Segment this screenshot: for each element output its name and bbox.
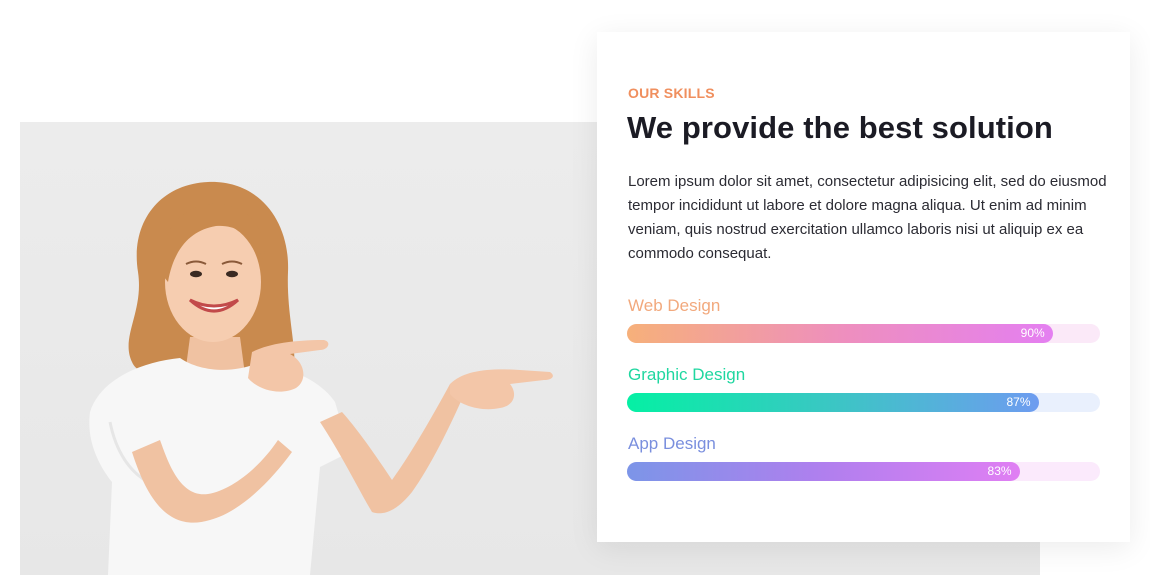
skill-track-app-design: 83% (627, 462, 1100, 481)
skills-card: OUR SKILLS We provide the best solution … (597, 32, 1130, 542)
skill-label-graphic-design: Graphic Design (628, 365, 746, 384)
section-eyebrow: OUR SKILLS (628, 85, 715, 101)
section-heading: We provide the best solution (627, 110, 1053, 145)
skill-track-graphic-design: 87% (627, 393, 1100, 412)
skills-section: OUR SKILLS We provide the best solution … (0, 0, 1150, 575)
skill-percent-web-design: 90% (1020, 326, 1045, 340)
skill-label-web-design: Web Design (628, 296, 721, 315)
skill-bar-app-design: 83% (627, 462, 1020, 481)
skill-bar-graphic-design: 87% (627, 393, 1039, 412)
skill-track-web-design: 90% (627, 324, 1100, 343)
skill-percent-app-design: 83% (987, 464, 1012, 478)
skill-label-app-design: App Design (628, 434, 716, 453)
skill-bar-web-design: 90% (627, 324, 1053, 343)
section-description: Lorem ipsum dolor sit amet, consectetur … (628, 173, 1107, 262)
skill-percent-graphic-design: 87% (1006, 395, 1031, 409)
